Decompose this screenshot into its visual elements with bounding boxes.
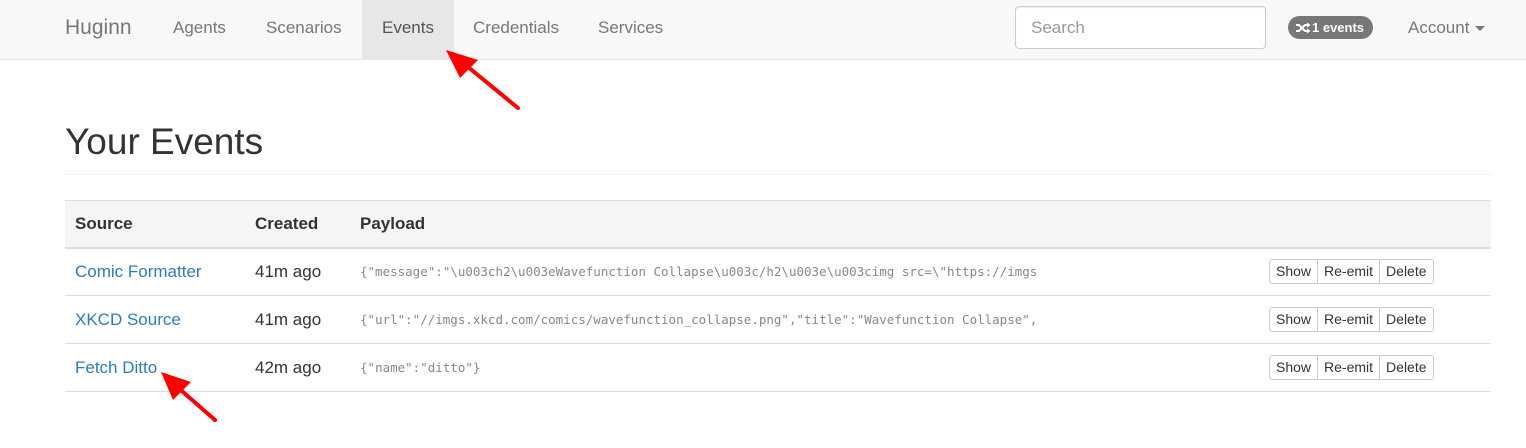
events-count-badge[interactable]: 1 events [1288, 16, 1374, 39]
reemit-button[interactable]: Re-emit [1317, 355, 1381, 380]
show-button[interactable]: Show [1269, 307, 1319, 332]
search-input[interactable] [1015, 6, 1266, 49]
delete-button[interactable]: Delete [1379, 259, 1434, 285]
nav-agents[interactable]: Agents [154, 0, 245, 59]
header-created: Created [245, 200, 350, 249]
events-badge-label: 1 events [1312, 20, 1365, 35]
source-link[interactable]: XKCD Source [75, 310, 181, 329]
source-link[interactable]: Comic Formatter [75, 262, 202, 281]
header-payload: Payload [350, 200, 1269, 249]
account-label: Account [1408, 18, 1470, 37]
reemit-button[interactable]: Re-emit [1317, 307, 1381, 332]
nav-services[interactable]: Services [579, 0, 682, 59]
top-navbar: Huginn Agents Scenarios Events Credentia… [0, 0, 1526, 60]
events-table: Source Created Payload Comic Formatter 4… [65, 200, 1491, 392]
table-row: Comic Formatter 41m ago {"message":"\u00… [65, 247, 1491, 296]
reemit-button[interactable]: Re-emit [1317, 259, 1381, 285]
created-time: 42m ago [245, 343, 350, 392]
show-button[interactable]: Show [1269, 259, 1319, 285]
caret-down-icon [1475, 26, 1486, 32]
row-action-buttons: Show Re-emit Delete [1269, 259, 1434, 285]
row-action-buttons: Show Re-emit Delete [1269, 355, 1434, 380]
account-dropdown[interactable]: Account [1408, 0, 1486, 55]
table-header-row: Source Created Payload [65, 200, 1491, 249]
brand-logo[interactable]: Huginn [65, 15, 132, 41]
payload-text: {"name":"ditto"} [350, 343, 1269, 392]
table-row: XKCD Source 41m ago {"url":"//imgs.xkcd.… [65, 295, 1491, 344]
shuffle-icon [1295, 22, 1311, 34]
created-time: 41m ago [245, 295, 350, 344]
title-divider [65, 174, 1491, 175]
page-title: Your Events [65, 121, 264, 162]
nav-scenarios[interactable]: Scenarios [247, 0, 361, 59]
delete-button[interactable]: Delete [1379, 355, 1434, 380]
nav-events[interactable]: Events [362, 0, 454, 59]
show-button[interactable]: Show [1269, 355, 1319, 380]
header-source: Source [65, 200, 245, 249]
header-actions [1269, 200, 1491, 249]
nav-credentials[interactable]: Credentials [454, 0, 578, 59]
created-time: 41m ago [245, 247, 350, 296]
source-link[interactable]: Fetch Ditto [75, 358, 157, 377]
delete-button[interactable]: Delete [1379, 307, 1434, 332]
row-action-buttons: Show Re-emit Delete [1269, 307, 1434, 332]
payload-text: {"message":"\u003ch2\u003eWavefunction C… [350, 247, 1269, 296]
table-row: Fetch Ditto 42m ago {"name":"ditto"} Sho… [65, 343, 1491, 392]
payload-text: {"url":"//imgs.xkcd.com/comics/wavefunct… [350, 295, 1269, 344]
